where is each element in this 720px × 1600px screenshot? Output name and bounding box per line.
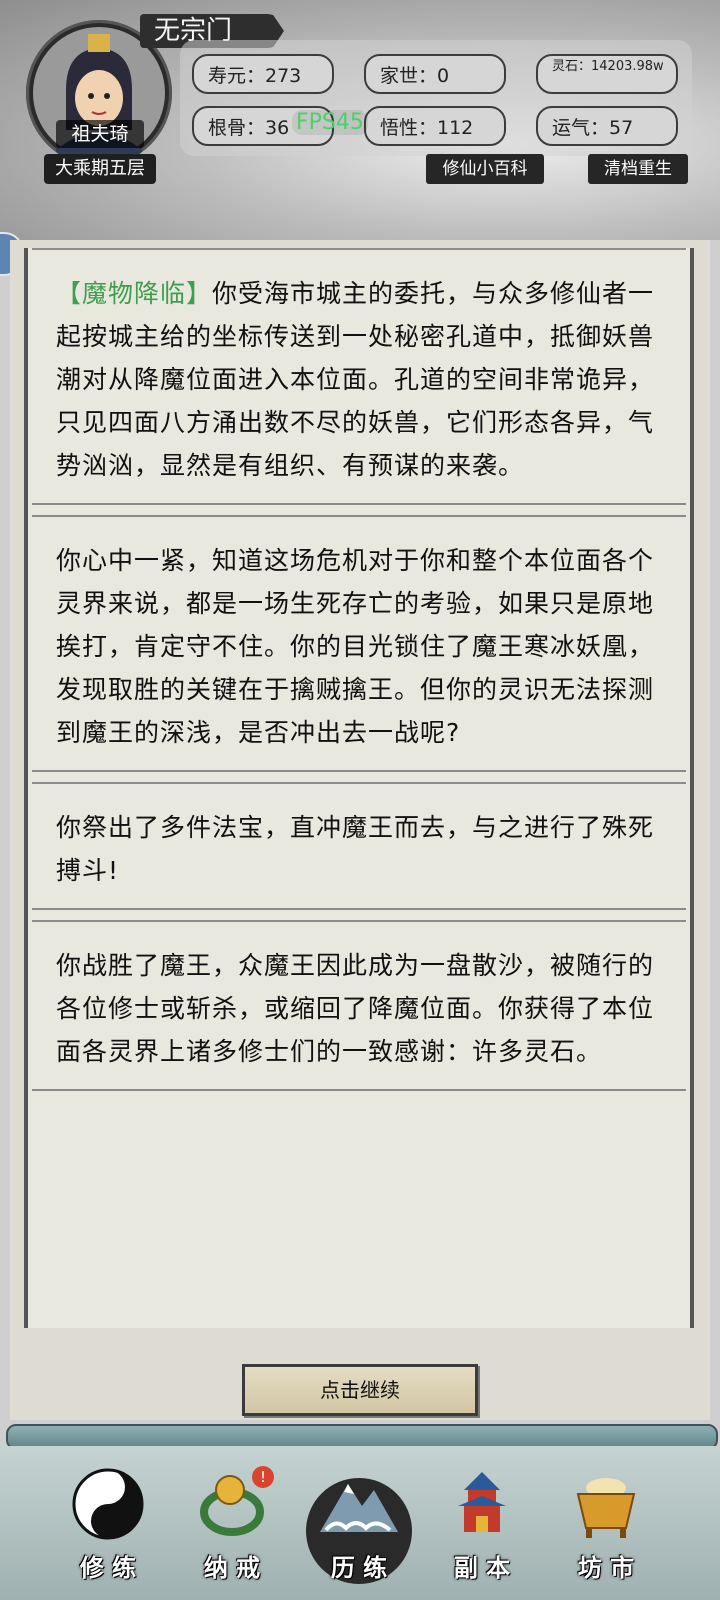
fps-counter: FPS45 bbox=[292, 110, 368, 135]
nav-label: 坊 市 bbox=[577, 1554, 635, 1582]
notification-badge: ! bbox=[252, 1466, 274, 1488]
nav-item-experience[interactable]: 历 练 bbox=[309, 1466, 409, 1586]
nav-label: 历 练 bbox=[330, 1554, 388, 1582]
event-paper: 【魔物降临】你受海市城主的委托，与众多修仙者一起按城主给的坐标传送到一处秘密孔道… bbox=[24, 248, 694, 1328]
event-block: 你祭出了多件法宝，直冲魔王而去，与之进行了殊死搏斗! bbox=[32, 782, 686, 910]
event-text: 你战胜了魔王，众魔王因此成为一盘散沙，被随行的各位修士或斩杀，或缩回了降魔位面。… bbox=[56, 951, 655, 1066]
nav-item-cultivate[interactable]: 修 练 bbox=[58, 1466, 158, 1586]
event-block: 你心中一紧，知道这场危机对于你和整个本位面各个灵界来说，都是一场生死存亡的考验，… bbox=[32, 515, 686, 772]
nav-item-dungeon[interactable]: 副 本 bbox=[432, 1466, 532, 1586]
nav-label: 修 练 bbox=[79, 1554, 137, 1582]
stat-spirit-stone: 灵石：14203.98w bbox=[536, 54, 678, 94]
stat-comprehension: 悟性：112 bbox=[364, 106, 506, 146]
stat-lifespan: 寿元：273 bbox=[192, 54, 334, 94]
nav-item-market[interactable]: 坊 市 bbox=[556, 1466, 656, 1586]
nav-label: 纳 戒 bbox=[203, 1554, 261, 1582]
cauldron-icon bbox=[576, 1478, 636, 1538]
taiji-icon bbox=[72, 1468, 144, 1540]
event-scroll[interactable]: 【魔物降临】你受海市城主的委托，与众多修仙者一起按城主给的坐标传送到一处秘密孔道… bbox=[10, 240, 710, 1420]
realm-label: 大乘期五层 bbox=[44, 154, 156, 184]
event-block: 【魔物降临】你受海市城主的委托，与众多修仙者一起按城主给的坐标传送到一处秘密孔道… bbox=[32, 248, 686, 505]
mountain-icon bbox=[320, 1484, 398, 1532]
pagoda-icon bbox=[458, 1472, 506, 1532]
avatar-name-label: 祖夫琦 bbox=[56, 120, 144, 148]
continue-button[interactable]: 点击继续 bbox=[242, 1364, 478, 1416]
stat-luck: 运气：57 bbox=[536, 106, 678, 146]
event-text: 你心中一紧，知道这场危机对于你和整个本位面各个灵界来说，都是一场生死存亡的考验，… bbox=[56, 546, 655, 747]
stat-family: 家世：0 bbox=[364, 54, 506, 94]
event-block: 你战胜了魔王，众魔王因此成为一盘散沙，被随行的各位修士或斩杀，或缩回了降魔位面。… bbox=[32, 920, 686, 1091]
event-text: 你受海市城主的委托，与众多修仙者一起按城主给的坐标传送到一处秘密孔道中，抵御妖兽… bbox=[56, 279, 655, 480]
event-text: 你祭出了多件法宝，直冲魔王而去，与之进行了殊死搏斗! bbox=[56, 813, 655, 885]
wiki-button[interactable]: 修仙小百科 bbox=[426, 154, 544, 184]
reset-button[interactable]: 清档重生 bbox=[588, 154, 688, 184]
nav-item-ring[interactable]: ! 纳 戒 bbox=[182, 1466, 282, 1586]
event-tag: 【魔物降临】 bbox=[56, 279, 213, 308]
nav-label: 副 本 bbox=[453, 1554, 511, 1582]
